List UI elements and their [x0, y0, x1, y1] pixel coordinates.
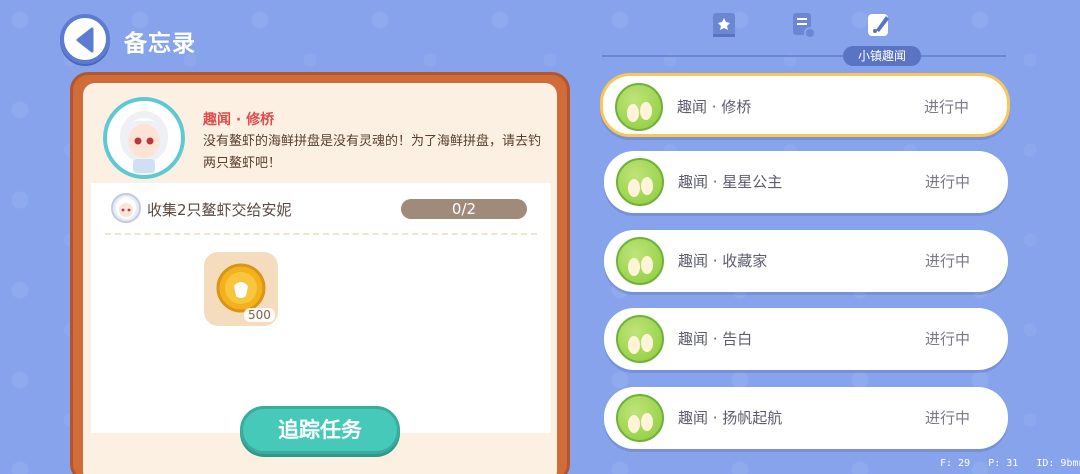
- npc-portrait-icon: [120, 111, 168, 173]
- quest-description: 没有鳌虾的海鲜拼盘是没有灵魂的！为了海鲜拼盘，请去钓两只鳌虾吧！: [203, 134, 542, 171]
- task-row: 收集2只鳌虾交给安妮 0/2: [91, 183, 551, 233]
- tab-town-news[interactable]: [864, 10, 904, 48]
- footprint-icon: [615, 83, 663, 131]
- debug-f: F: 29: [940, 458, 971, 469]
- quill-icon: [868, 14, 889, 36]
- back-button[interactable]: [60, 14, 110, 64]
- list-item-status: 进行中: [923, 98, 969, 116]
- tab-book[interactable]: [709, 10, 749, 48]
- list-item-collector[interactable]: 趣闻 · 收藏家 进行中: [604, 230, 1008, 292]
- debug-id: ID: 9bmn01m: [1036, 458, 1080, 469]
- list-item-title: 趣闻 · 收藏家: [678, 252, 768, 270]
- footprint-icon: [616, 394, 664, 442]
- quest-title: 趣闻 · 修桥: [203, 112, 275, 128]
- list-item-title: 趣闻 · 告白: [678, 330, 753, 348]
- task-text: 收集2只鳌虾交给安妮: [147, 201, 292, 219]
- list-item-title: 趣闻 · 星星公主: [678, 173, 783, 191]
- task-npc-avatar: [111, 193, 141, 223]
- list-item-confession[interactable]: 趣闻 · 告白 进行中: [604, 308, 1008, 370]
- list-item-status: 进行中: [924, 330, 970, 348]
- debug-p: P: 31: [988, 458, 1019, 469]
- npc-mini-icon: [116, 197, 136, 219]
- list-item-status: 进行中: [924, 173, 970, 191]
- book-icon: [713, 13, 735, 37]
- footprint-icon: [616, 237, 664, 285]
- divider: [105, 233, 537, 235]
- debug-info: F: 29 P: 31 ID: 9bmn01m: [940, 458, 1080, 469]
- task-area: 收集2只鳌虾交给安妮 0/2: [91, 183, 551, 433]
- tab-divider: [602, 55, 1006, 57]
- page-title: 备忘录: [124, 31, 196, 57]
- list-item-status: 进行中: [924, 252, 970, 270]
- list-item-status: 进行中: [924, 409, 970, 427]
- scroll-icon: [793, 13, 816, 39]
- tab-scroll[interactable]: [788, 10, 828, 48]
- task-progress: 0/2: [401, 199, 527, 219]
- list-item-set-sail[interactable]: 趣闻 · 扬帆起航 进行中: [604, 387, 1008, 449]
- tab-town-news-label: 小镇趣闻: [843, 46, 921, 66]
- list-item-title: 趣闻 · 修桥: [677, 98, 752, 116]
- footprint-icon: [616, 315, 664, 363]
- reward-count: 500: [244, 308, 275, 322]
- list-item-title: 趣闻 · 扬帆起航: [678, 409, 783, 427]
- list-item-fix-bridge[interactable]: 趣闻 · 修桥 进行中: [600, 73, 1010, 137]
- footprint-icon: [616, 158, 664, 206]
- track-quest-button[interactable]: 追踪任务: [240, 406, 400, 454]
- npc-avatar: [103, 97, 185, 179]
- list-item-star-princess[interactable]: 趣闻 · 星星公主 进行中: [604, 151, 1008, 213]
- back-arrow-icon: [76, 27, 94, 53]
